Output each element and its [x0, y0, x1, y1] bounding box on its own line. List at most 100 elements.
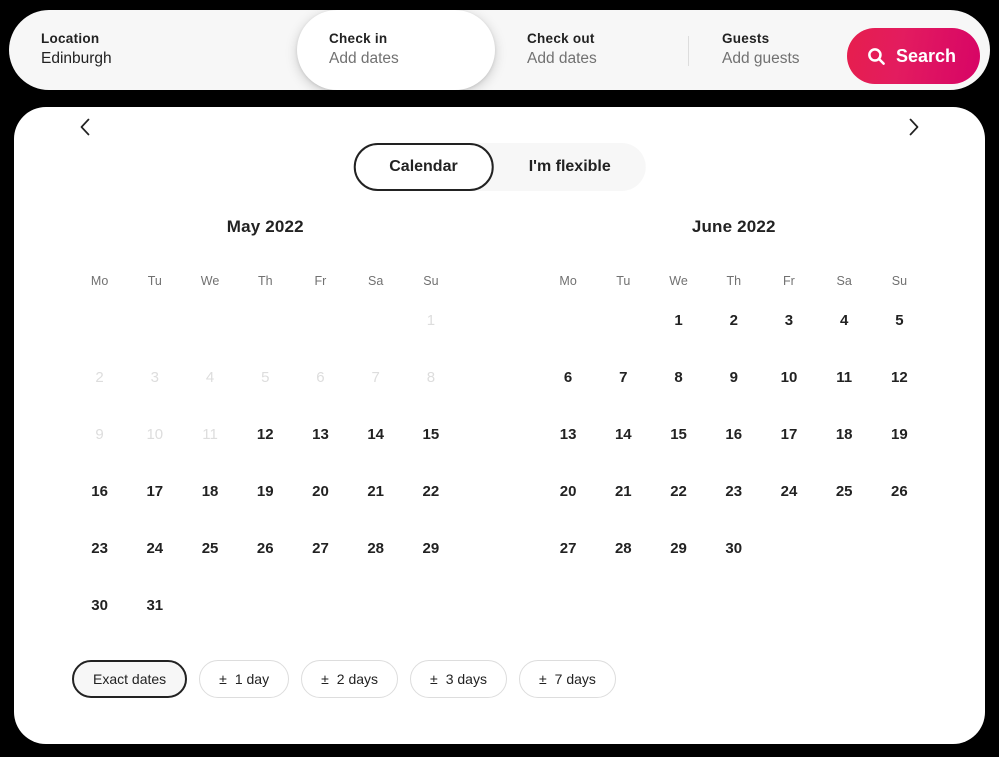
- day-cell-7[interactable]: 7: [596, 349, 651, 406]
- day-cell-12[interactable]: 12: [872, 349, 927, 406]
- day-cell-2[interactable]: 2: [706, 292, 761, 349]
- checkout-value: Add dates: [527, 50, 597, 68]
- day-cell-30[interactable]: 30: [72, 577, 127, 634]
- day-cell-11[interactable]: 11: [817, 349, 872, 406]
- day-grid: 1 2 3 4 5 6 7 8 9 10 11 12 13 14 15 16 17 18 19 20 21 22 23 24 2…: [72, 292, 459, 634]
- chevron-right-icon: [908, 118, 920, 139]
- search-field-location[interactable]: Location Edinburgh: [9, 10, 297, 90]
- day-cell-3: 3: [150, 369, 159, 386]
- day-cell-22[interactable]: 22: [403, 463, 458, 520]
- day-cell-12[interactable]: 12: [238, 406, 293, 463]
- weekday-tu: Tu: [147, 274, 162, 288]
- day-grid: 1 2 3 4 5 6 7 8 9 10 11 12 13 14 15 16 17 18 19 20 21 22 23 24 2…: [541, 292, 928, 577]
- day-cell-1[interactable]: 1: [651, 292, 706, 349]
- day-cell-5[interactable]: 5: [872, 292, 927, 349]
- day-cell-26[interactable]: 26: [238, 520, 293, 577]
- day-cell-4: 4: [205, 369, 215, 386]
- day-cell-31[interactable]: 31: [127, 577, 182, 634]
- day-cell-14[interactable]: 14: [348, 406, 403, 463]
- search-field-checkin[interactable]: Check in Add dates: [297, 10, 495, 90]
- checkin-label: Check in: [329, 30, 388, 46]
- day-cell-24[interactable]: 24: [127, 520, 182, 577]
- day-cell-19[interactable]: 19: [238, 463, 293, 520]
- date-mode-toggle: Calendar I'm flexible: [353, 143, 646, 191]
- month-may-2022: May 2022 Mo Tu We Th Fr Sa Su 1 2 3 4 5 6 7 8 9 10 11 12 1…: [72, 212, 459, 634]
- flexibility-chip-3-days[interactable]: ±3 days: [410, 660, 507, 698]
- flexibility-chip-exact-dates[interactable]: Exact dates: [72, 660, 188, 698]
- tab-calendar-label: Calendar: [389, 158, 458, 175]
- previous-month-button[interactable]: [71, 114, 99, 142]
- flexibility-chip-label: Exact dates: [93, 671, 167, 687]
- day-cell-empty: [182, 292, 237, 349]
- day-cell-22[interactable]: 22: [651, 463, 706, 520]
- date-picker-panel: Calendar I'm flexible May 2022 Mo Tu We Th F…: [14, 107, 985, 744]
- day-cell-2: 2: [95, 369, 104, 386]
- flexibility-chip-label: 7 days: [554, 671, 596, 687]
- day-cell-19[interactable]: 19: [872, 406, 927, 463]
- day-cell-empty: [293, 292, 348, 349]
- day-cell-25[interactable]: 25: [182, 520, 237, 577]
- day-cell-28[interactable]: 28: [596, 520, 651, 577]
- day-cell-26[interactable]: 26: [872, 463, 927, 520]
- day-cell-25[interactable]: 25: [817, 463, 872, 520]
- search-button[interactable]: Search: [846, 28, 980, 84]
- weekday-mo: Mo: [90, 274, 109, 288]
- day-cell-30[interactable]: 30: [706, 520, 761, 577]
- chevron-left-icon: [79, 118, 91, 139]
- day-cell-27[interactable]: 27: [541, 520, 596, 577]
- flexibility-chip-2-days[interactable]: ±2 days: [301, 660, 399, 698]
- flexibility-chip-1-day[interactable]: ±1 day: [199, 660, 290, 698]
- day-cell-11: 11: [202, 426, 218, 443]
- day-cell-20[interactable]: 20: [293, 463, 348, 520]
- day-cell-empty: [72, 292, 127, 349]
- day-cell-16[interactable]: 16: [706, 406, 761, 463]
- day-cell-3[interactable]: 3: [761, 292, 816, 349]
- search-field-checkout[interactable]: Check out Add dates: [495, 10, 688, 90]
- day-cell-18[interactable]: 18: [182, 463, 237, 520]
- checkin-value: Add dates: [329, 50, 399, 68]
- weekday-su: Su: [423, 274, 439, 288]
- weekday-th: Th: [257, 274, 273, 288]
- day-cell-8[interactable]: 8: [651, 349, 706, 406]
- weekday-fr: Fr: [783, 274, 795, 288]
- day-cell-17[interactable]: 17: [127, 463, 182, 520]
- checkout-label: Check out: [527, 30, 595, 46]
- day-cell-13[interactable]: 13: [541, 406, 596, 463]
- location-label: Location: [41, 30, 100, 46]
- day-cell-21[interactable]: 21: [596, 463, 651, 520]
- weekday-tu: Tu: [616, 274, 631, 288]
- day-cell-15[interactable]: 15: [651, 406, 706, 463]
- day-cell-13[interactable]: 13: [293, 406, 348, 463]
- weekday-sa: Sa: [836, 274, 852, 288]
- flexibility-chip-label: 2 days: [336, 671, 379, 687]
- tab-im-flexible[interactable]: I'm flexible: [494, 143, 646, 191]
- day-cell-14[interactable]: 14: [596, 406, 651, 463]
- day-cell-empty: [127, 292, 182, 349]
- day-cell-9[interactable]: 9: [706, 349, 761, 406]
- day-cell-15[interactable]: 15: [403, 406, 458, 463]
- day-cell-21[interactable]: 21: [348, 463, 403, 520]
- day-cell-29[interactable]: 29: [651, 520, 706, 577]
- plus-minus-icon: ±: [538, 671, 547, 687]
- location-value: Edinburgh: [41, 50, 112, 68]
- day-cell-18[interactable]: 18: [817, 406, 872, 463]
- day-cell-5: 5: [261, 369, 270, 386]
- day-cell-6[interactable]: 6: [541, 349, 596, 406]
- day-cell-17[interactable]: 17: [761, 406, 816, 463]
- day-cell-29[interactable]: 29: [403, 520, 458, 577]
- day-cell-24[interactable]: 24: [761, 463, 816, 520]
- day-cell-23[interactable]: 23: [72, 520, 127, 577]
- day-cell-27[interactable]: 27: [293, 520, 348, 577]
- day-cell-23[interactable]: 23: [706, 463, 761, 520]
- day-cell-28[interactable]: 28: [348, 520, 403, 577]
- month-title: May 2022: [226, 217, 304, 236]
- day-cell-7: 7: [371, 369, 380, 386]
- tab-calendar[interactable]: Calendar: [353, 143, 494, 191]
- day-cell-4[interactable]: 4: [817, 292, 872, 349]
- day-cell-20[interactable]: 20: [541, 463, 596, 520]
- next-month-button[interactable]: [900, 114, 928, 142]
- flexibility-chip-7-days[interactable]: ±7 days: [518, 660, 616, 698]
- search-button-label: Search: [895, 45, 956, 66]
- day-cell-16[interactable]: 16: [72, 463, 127, 520]
- day-cell-10[interactable]: 10: [761, 349, 816, 406]
